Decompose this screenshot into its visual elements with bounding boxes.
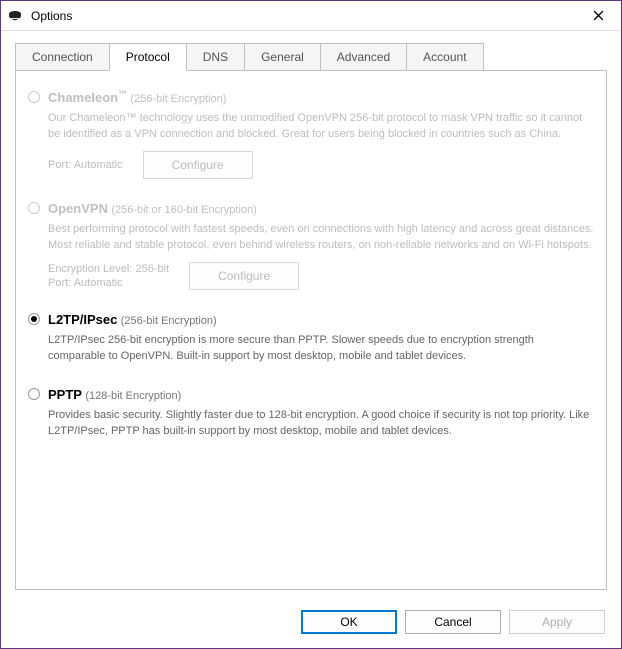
dialog-footer: OK Cancel Apply [1, 600, 621, 648]
radio-chameleon[interactable] [28, 91, 40, 103]
tab-account[interactable]: Account [406, 43, 483, 70]
options-window: Options Connection Protocol DNS General … [0, 0, 622, 649]
radio-l2tp[interactable] [28, 313, 40, 325]
protocol-openvpn-sub: (256-bit or 160-bit Encryption) [111, 204, 257, 216]
protocol-pptp-desc: Provides basic security. Slightly faster… [48, 408, 594, 440]
chameleon-configure-button[interactable]: Configure [143, 151, 253, 179]
protocol-pptp-name: PPTP [48, 387, 82, 402]
ok-button[interactable]: OK [301, 610, 397, 634]
protocol-chameleon: Chameleon™ (256-bit Encryption) Our Cham… [28, 89, 594, 179]
titlebar: Options [1, 1, 621, 31]
tab-general[interactable]: General [244, 43, 321, 70]
apply-button[interactable]: Apply [509, 610, 605, 634]
protocol-panel: Chameleon™ (256-bit Encryption) Our Cham… [15, 71, 607, 590]
protocol-pptp: PPTP (128-bit Encryption) Provides basic… [28, 387, 594, 440]
protocol-pptp-sub: (128-bit Encryption) [85, 390, 181, 402]
radio-pptp[interactable] [28, 388, 40, 400]
radio-openvpn[interactable] [28, 202, 40, 214]
openvpn-configure-button[interactable]: Configure [189, 262, 299, 290]
protocol-openvpn-desc: Best performing protocol with fastest sp… [48, 222, 594, 254]
tab-bar: Connection Protocol DNS General Advanced… [15, 43, 607, 71]
app-icon [7, 8, 23, 24]
close-button[interactable] [583, 1, 613, 31]
openvpn-enc-line: Encryption Level: 256-bit [48, 263, 169, 275]
tab-dns[interactable]: DNS [186, 43, 245, 70]
protocol-chameleon-header[interactable]: Chameleon™ (256-bit Encryption) [28, 89, 594, 105]
window-title: Options [31, 9, 583, 23]
protocol-chameleon-sub: (256-bit Encryption) [130, 93, 226, 105]
protocol-l2tp: L2TP/IPsec (256-bit Encryption) L2TP/IPs… [28, 312, 594, 365]
protocol-openvpn: OpenVPN (256-bit or 160-bit Encryption) … [28, 201, 594, 290]
protocol-openvpn-name: OpenVPN [48, 201, 108, 216]
tab-connection[interactable]: Connection [15, 43, 110, 70]
protocol-pptp-header[interactable]: PPTP (128-bit Encryption) [28, 387, 594, 402]
chameleon-port-line: Port: Automatic [48, 159, 123, 171]
protocol-openvpn-header[interactable]: OpenVPN (256-bit or 160-bit Encryption) [28, 201, 594, 216]
protocol-l2tp-desc: L2TP/IPsec 256-bit encryption is more se… [48, 333, 594, 365]
openvpn-port-line: Port: Automatic [48, 277, 169, 289]
protocol-chameleon-desc: Our Chameleon™ technology uses the unmod… [48, 111, 594, 143]
protocol-l2tp-name: L2TP/IPsec [48, 312, 117, 327]
tab-protocol[interactable]: Protocol [109, 43, 187, 71]
protocol-l2tp-sub: (256-bit Encryption) [121, 315, 217, 327]
protocol-chameleon-name: Chameleon [48, 90, 118, 105]
trademark-symbol: ™ [118, 89, 127, 99]
content-area: Connection Protocol DNS General Advanced… [1, 31, 621, 600]
tab-advanced[interactable]: Advanced [320, 43, 407, 70]
cancel-button[interactable]: Cancel [405, 610, 501, 634]
protocol-l2tp-header[interactable]: L2TP/IPsec (256-bit Encryption) [28, 312, 594, 327]
close-icon [593, 10, 604, 21]
